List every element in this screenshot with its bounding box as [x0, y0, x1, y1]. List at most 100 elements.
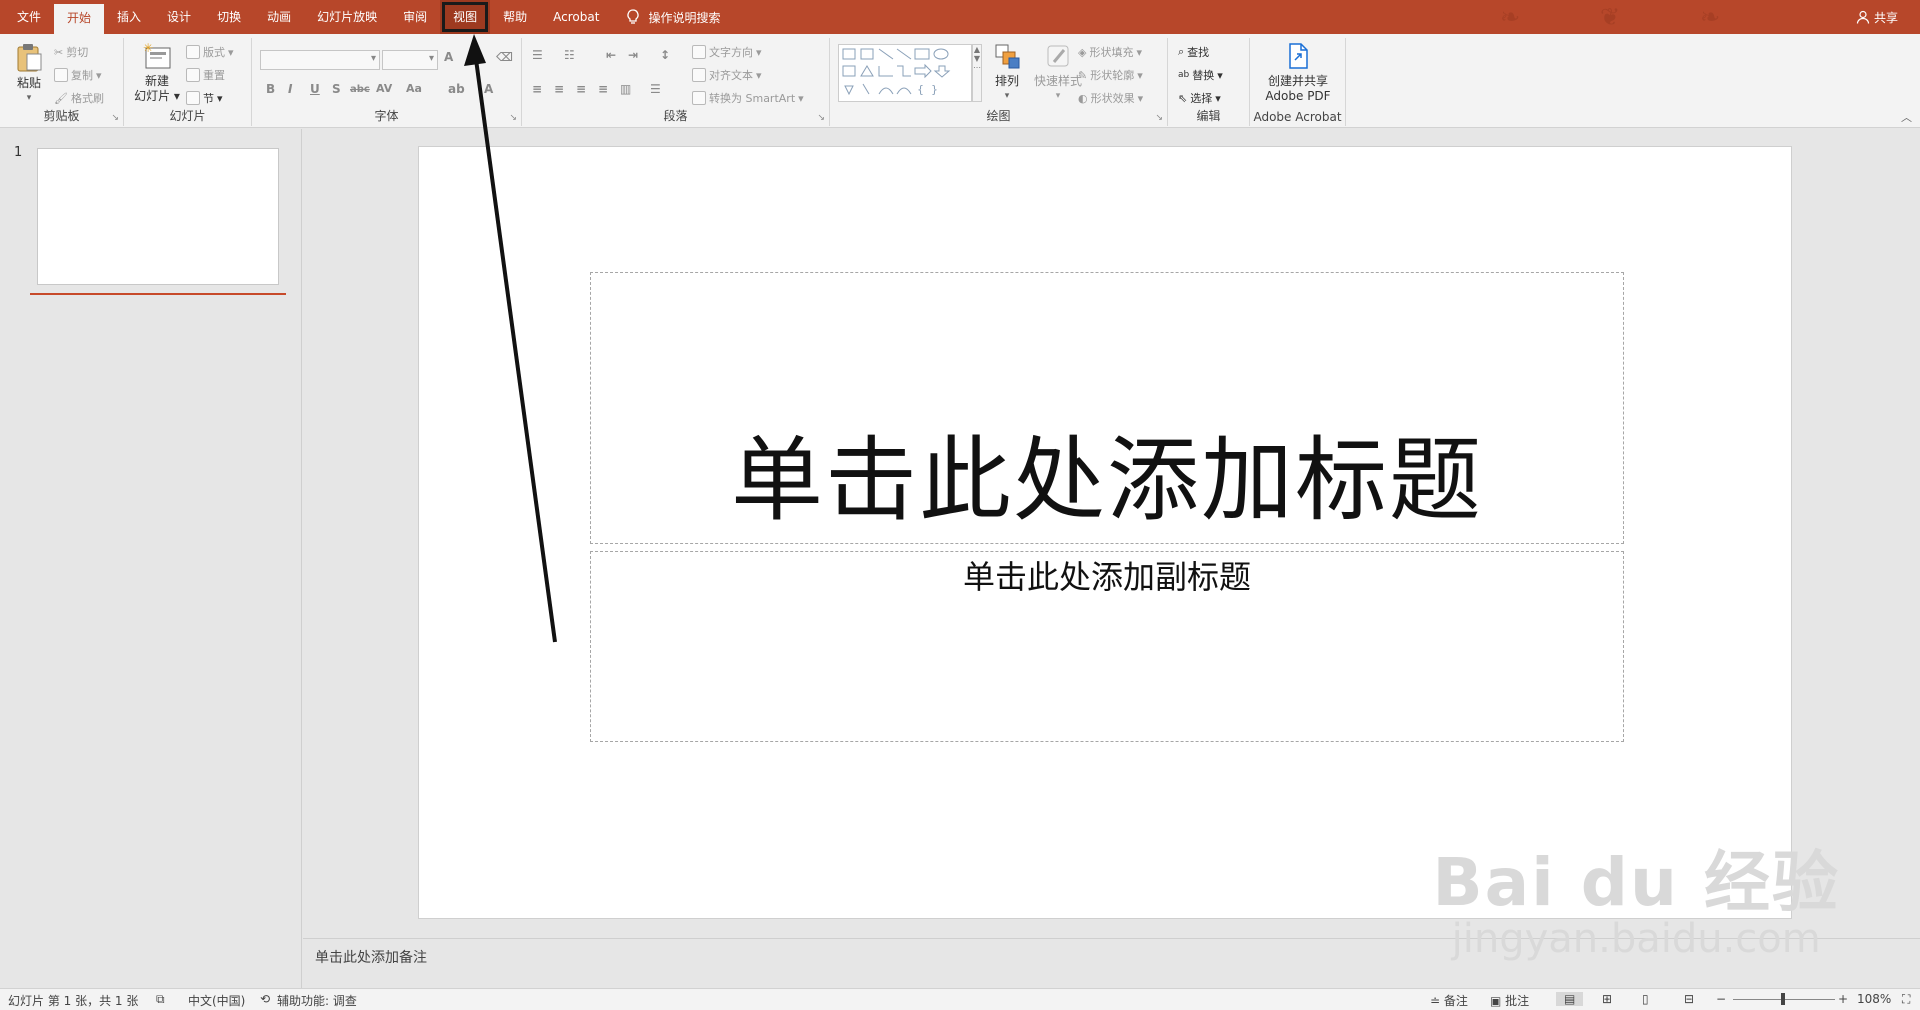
tab-help[interactable]: 帮助	[490, 0, 540, 34]
character-spacing-button[interactable]: AV	[376, 82, 392, 95]
italic-button[interactable]: I	[288, 82, 292, 96]
clear-formatting-icon[interactable]: ⌫	[496, 50, 513, 64]
align-text-button[interactable]: 对齐文本 ▾	[692, 67, 762, 83]
tab-review[interactable]: 审阅	[390, 0, 440, 34]
smartart-button[interactable]: 转换为 SmartArt ▾	[692, 90, 804, 106]
slideshow-view-icon[interactable]: ⊟	[1684, 992, 1694, 1006]
normal-view-icon[interactable]: ▤	[1556, 992, 1584, 1006]
zoom-in-icon[interactable]: +	[1838, 992, 1848, 1006]
tab-file[interactable]: 文件	[4, 0, 54, 34]
layout-button[interactable]: 版式 ▾	[186, 44, 234, 60]
chevron-down-icon: ▾	[1215, 91, 1221, 105]
paint-bucket-icon: ◈	[1078, 45, 1087, 59]
subtitle-placeholder[interactable]: 单击此处添加副标题	[590, 551, 1624, 742]
reading-view-icon[interactable]: ▯	[1642, 992, 1649, 1006]
comments-toggle-button[interactable]: ▣ 批注	[1490, 992, 1529, 1009]
accessibility-status[interactable]: 辅助功能: 调查	[277, 992, 357, 1009]
zoom-level[interactable]: 108%	[1857, 992, 1891, 1006]
chevron-down-icon: ▾	[370, 53, 376, 64]
slide-sorter-icon[interactable]: ⊞	[1602, 992, 1612, 1006]
tab-view[interactable]: 视图	[440, 0, 491, 34]
bullets-icon[interactable]: ☰	[532, 48, 543, 62]
slide-count-status[interactable]: 幻灯片 第 1 张，共 1 张	[8, 992, 138, 1009]
share-label: 共享	[1873, 10, 1898, 25]
select-button[interactable]: ⇖ 选择 ▾	[1178, 90, 1221, 106]
reset-button[interactable]: 重置	[186, 67, 225, 83]
tab-slideshow[interactable]: 幻灯片放映	[304, 0, 390, 34]
clipboard-group: 粘贴 ▾ ✂ 剪切 复制 ▾ 🖌 格式刷 剪贴板 ↘	[0, 38, 124, 126]
zoom-slider-thumb[interactable]	[1781, 993, 1785, 1005]
tab-home[interactable]: 开始	[54, 4, 105, 34]
smartart-icon	[692, 91, 706, 105]
chevron-down-icon: ▾	[1137, 91, 1144, 105]
align-right-icon[interactable]: ≡	[576, 82, 586, 96]
text-shadow-button[interactable]: S	[332, 82, 341, 96]
bold-button[interactable]: B	[266, 82, 275, 96]
columns-icon[interactable]: ▥	[620, 82, 631, 96]
tab-insert[interactable]: 插入	[104, 0, 154, 34]
new-slide-button[interactable]: ✳ 新建 幻灯片 ▾	[132, 41, 182, 104]
title-placeholder[interactable]: 单击此处添加标题	[590, 272, 1624, 544]
numbering-icon[interactable]: ☷	[564, 48, 575, 62]
effects-icon: ◐	[1078, 91, 1088, 105]
gallery-scroll[interactable]: ▲ ▼ ⋯	[972, 44, 982, 102]
tab-animations[interactable]: 动画	[254, 0, 304, 34]
collapse-ribbon-icon[interactable]: ︿	[1901, 109, 1912, 125]
fit-to-window-icon[interactable]: ⛶	[1902, 992, 1910, 1007]
arrange-button[interactable]: 排列 ▾	[988, 42, 1026, 104]
chevron-down-icon: ▾	[1217, 68, 1223, 82]
line-spacing-icon[interactable]: ↕	[660, 48, 670, 62]
font-color-icon[interactable]: A	[484, 82, 493, 96]
find-button[interactable]: ⌕ 查找	[1178, 44, 1209, 60]
tab-transitions[interactable]: 切换	[204, 0, 254, 34]
paragraph-options-icon[interactable]: ☰	[650, 82, 661, 96]
shape-outline-button[interactable]: ✎ 形状轮廓 ▾	[1078, 67, 1143, 83]
highlight-color-icon[interactable]: ab	[448, 82, 465, 96]
text-direction-icon	[692, 45, 706, 59]
spellcheck-icon[interactable]: ⧉	[156, 992, 165, 1007]
shape-fill-button[interactable]: ◈ 形状填充 ▾	[1078, 44, 1142, 60]
notes-toggle-button[interactable]: ≐ 备注	[1430, 992, 1468, 1009]
underline-button[interactable]: U	[310, 82, 320, 96]
dialog-launcher-icon[interactable]: ↘	[1155, 113, 1163, 123]
slide-thumbnail[interactable]	[37, 148, 279, 285]
section-button[interactable]: 节 ▾	[186, 90, 223, 106]
chevron-down-icon: ▾	[228, 45, 234, 59]
slide-canvas[interactable]: 单击此处添加标题 单击此处添加副标题	[418, 146, 1792, 919]
replace-button[interactable]: ab 替换 ▾	[1178, 67, 1223, 83]
strikethrough-button[interactable]: abc	[350, 84, 370, 95]
share-button[interactable]: 共享	[1856, 0, 1898, 34]
shape-effects-button[interactable]: ◐ 形状效果 ▾	[1078, 90, 1143, 106]
format-painter-button[interactable]: 🖌 格式刷	[54, 90, 104, 106]
paste-button[interactable]: 粘贴 ▾	[8, 42, 50, 106]
copy-button[interactable]: 复制 ▾	[54, 67, 102, 83]
subtitle-placeholder-text: 单击此处添加副标题	[962, 558, 1251, 596]
tell-me-search[interactable]: 操作说明搜索	[626, 9, 720, 26]
align-left-icon[interactable]: ≡	[532, 82, 542, 96]
insertion-marker	[30, 293, 286, 295]
slides-group-label: 幻灯片	[169, 109, 206, 123]
shapes-gallery[interactable]: {}	[838, 44, 972, 102]
font-size-combo[interactable]: ▾	[382, 50, 438, 70]
tab-design[interactable]: 设计	[154, 0, 204, 34]
language-status[interactable]: 中文(中国)	[188, 992, 245, 1009]
decrease-font-button[interactable]: A	[466, 52, 474, 63]
create-pdf-button[interactable]: 创建并共享 Adobe PDF	[1254, 42, 1342, 104]
quick-styles-icon	[1047, 45, 1069, 67]
shape-fill-label: 形状填充	[1089, 46, 1134, 59]
zoom-out-icon[interactable]: −	[1716, 992, 1726, 1006]
dialog-launcher-icon[interactable]: ↘	[111, 113, 119, 123]
align-center-icon[interactable]: ≡	[554, 82, 564, 96]
cut-button[interactable]: ✂ 剪切	[54, 44, 88, 60]
font-family-combo[interactable]: ▾	[260, 50, 380, 70]
increase-font-button[interactable]: A	[444, 50, 453, 64]
justify-icon[interactable]: ≡	[598, 82, 608, 96]
arrange-icon	[995, 44, 1020, 69]
dialog-launcher-icon[interactable]: ↘	[509, 113, 517, 123]
text-direction-button[interactable]: 文字方向 ▾	[692, 44, 762, 60]
change-case-button[interactable]: Aa	[406, 82, 422, 95]
decrease-indent-icon[interactable]: ⇤	[606, 48, 616, 62]
increase-indent-icon[interactable]: ⇥	[628, 48, 638, 62]
dialog-launcher-icon[interactable]: ↘	[817, 113, 825, 123]
tab-acrobat[interactable]: Acrobat	[540, 0, 612, 34]
